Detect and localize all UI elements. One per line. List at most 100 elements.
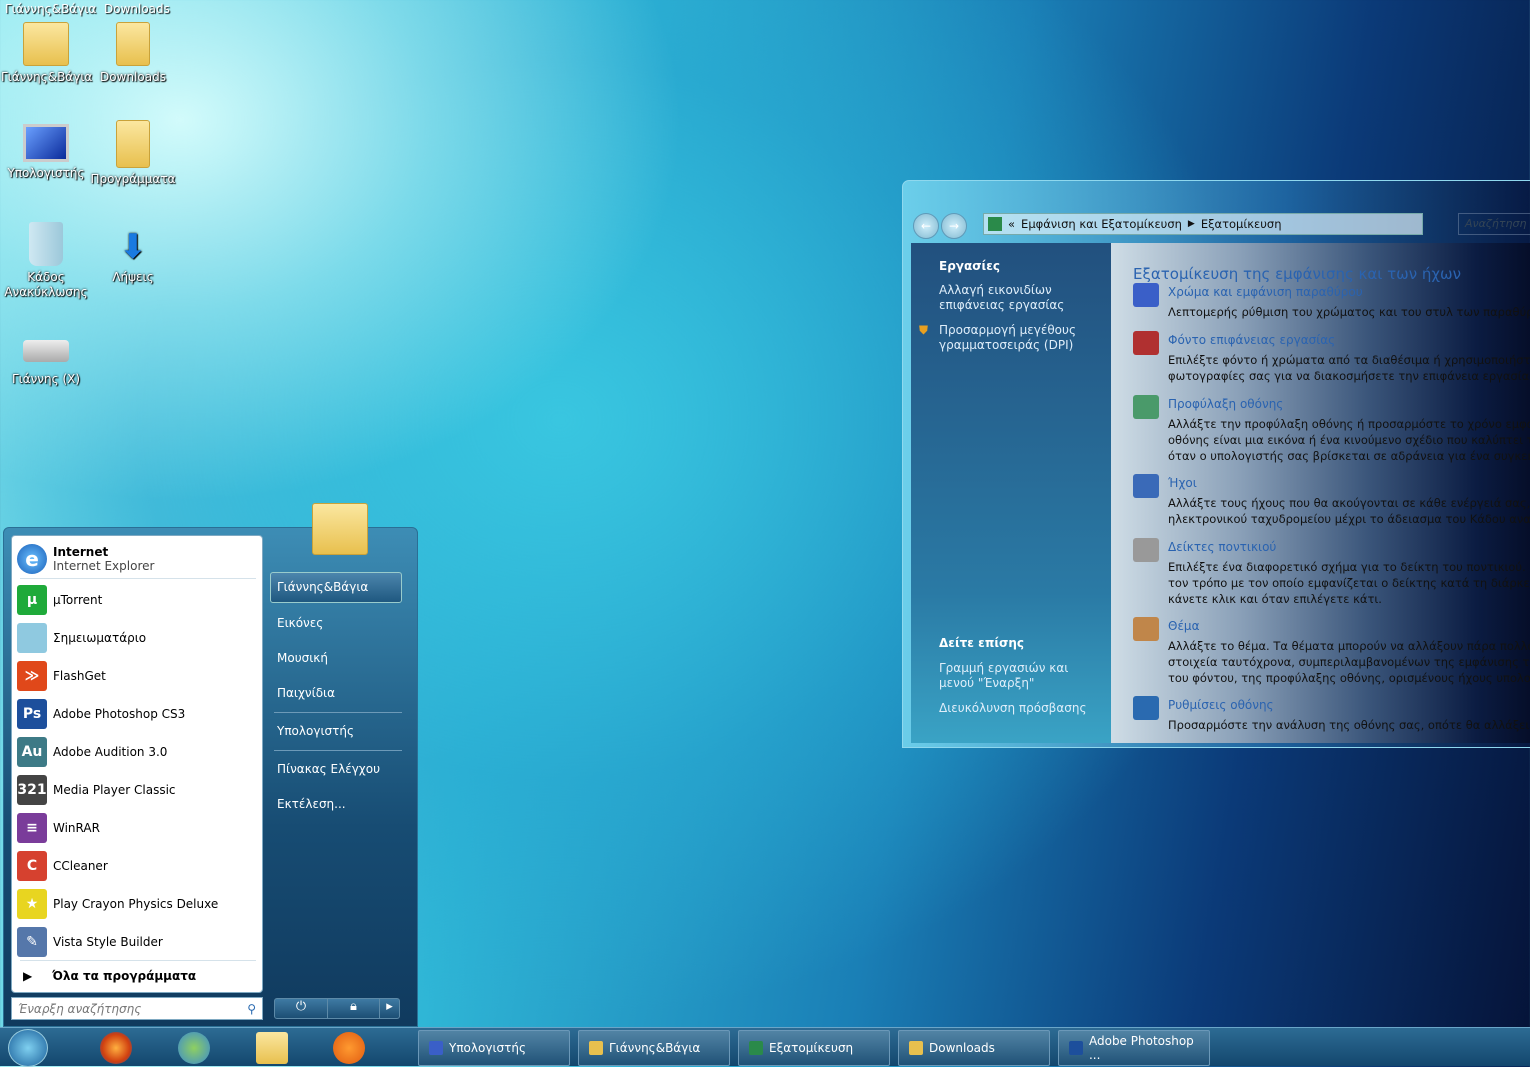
task-link[interactable]: Αλλαγή εικονιδίων επιφάνειας εργασίας [939,283,1107,313]
icon-label: Υπολογιστής [7,166,85,180]
chevron-right-icon: ▶ [1187,219,1195,229]
all-programs-button[interactable]: ▶ Όλα τα προγράμματα [17,963,257,989]
desktop-icon-computer[interactable]: Υπολογιστής [1,124,91,180]
program-label: Play Crayon Physics Deluxe [53,897,219,911]
start-right-item[interactable]: Εκτέλεση... [277,797,346,811]
taskbar-button[interactable]: Γιάννης&Βάγια [578,1030,730,1066]
item-description: Αλλάξτε την προφύλαξη οθόνης ή προσαρμόσ… [1168,417,1530,431]
messenger-icon[interactable] [178,1032,210,1064]
power-button[interactable]: ⏻ [275,999,327,1018]
taskbar-button[interactable]: Υπολογιστής [418,1030,570,1066]
start-right-item[interactable]: Παιχνίδια [277,686,335,700]
program-label: Adobe Audition 3.0 [53,745,168,759]
back-button[interactable]: ← [913,213,939,239]
taskbar: Υπολογιστής Γιάννης&Βάγια Εξατομίκευση Down… [0,1027,1530,1067]
program-item[interactable]: C CCleaner [17,848,257,884]
see-also-heading: Δείτε επίσης [939,636,1025,650]
program-label: µTorrent [53,593,103,607]
pinned-subtitle: Internet Explorer [53,559,155,573]
taskbar-button-label: Adobe Photoshop ... [1088,1034,1194,1062]
start-right-item[interactable]: Εικόνες [277,616,323,630]
taskbar-button-label: Γιάννης&Βάγια [609,1041,701,1055]
desktop-icon-downloads-shortcut[interactable]: ⬇ Λήψεις [88,228,178,284]
item-icon [1133,474,1159,498]
program-item[interactable]: µ µTorrent [17,582,257,618]
internet-explorer-icon: e [17,544,47,574]
item-description: Προσαρμόστε την ανάλυση της οθόνης σας, … [1168,718,1530,732]
program-item[interactable]: ≡ WinRAR [17,810,257,846]
item-link[interactable]: Ήχοι [1168,476,1197,490]
program-icon: µ [17,585,47,615]
item-description: τον τρόπο με τον οποίο εμφανίζεται ο δεί… [1168,576,1530,590]
desktop-icon-programs[interactable]: Προγράμματα [88,120,178,186]
icon-label: Κάδος Ανακύκλωσης [4,270,88,299]
address-bar[interactable]: « Εμφάνιση και Εξατομίκευση ▶ Εξατομίκευ… [983,213,1423,235]
downloads-folder-icon [116,22,150,66]
app-icon [909,1041,923,1055]
item-link[interactable]: Ρυθμίσεις οθόνης [1168,698,1274,712]
item-link[interactable]: Φόντο επιφάνειας εργασίας [1168,333,1335,347]
pinned-title: Internet [53,545,109,559]
tasks-heading: Εργασίες [939,259,1001,273]
taskbar-button-label: Υπολογιστής [449,1041,526,1055]
program-item[interactable]: Au Adobe Audition 3.0 [17,734,257,770]
search-input[interactable]: Αναζήτηση [1458,213,1530,235]
program-item[interactable]: 321 Media Player Classic [17,772,257,808]
item-icon [1133,538,1159,562]
page-title: Εξατομίκευση της εμφάνισης και των ήχων [1133,265,1461,283]
explorer-icon[interactable] [256,1032,288,1064]
desktop-icon-drive[interactable]: Γιάννης (X) [1,340,91,386]
start-search-input[interactable]: Έναρξη αναζήτησης ⚲ [11,997,263,1020]
program-label: FlashGet [53,669,106,683]
program-item[interactable]: ★ Play Crayon Physics Deluxe [17,886,257,922]
icon-label: Λήψεις [112,270,154,284]
task-link[interactable]: Προσαρμογή μεγέθους γραμματοσειράς (DPI) [939,323,1107,353]
item-description: Επιλέξτε φόντο ή χρώματα από τα διαθέσιμ… [1168,353,1530,367]
firefox-icon[interactable] [100,1032,132,1064]
desktop-icon-recycle-bin[interactable]: Κάδος Ανακύκλωσης [1,222,91,300]
see-also-link[interactable]: Γραμμή εργασιών και μενού "Έναρξη" [939,661,1107,691]
start-right-item[interactable]: Πίνακας Ελέγχου [277,762,380,776]
start-right-item[interactable]: Υπολογιστής [277,724,354,738]
start-button[interactable] [8,1029,48,1067]
download-shortcut-icon: ⬇ [118,227,148,267]
item-link[interactable]: Χρώμα και εμφάνιση παραθύρου [1168,285,1363,299]
app-icon [749,1041,763,1055]
shutdown-options-arrow[interactable]: ▸ [379,999,399,1018]
forward-button[interactable]: → [941,213,967,239]
item-description: Αλλάξτε τους ήχους που θα ακούγονται σε … [1168,496,1530,510]
desktop-icon-user-folder[interactable]: Γιάννης&Βάγια [1,22,92,84]
pinned-internet-explorer[interactable]: e Internet Internet Explorer [17,540,257,578]
taskbar-button[interactable]: Εξατομίκευση [738,1030,890,1066]
item-icon [1133,331,1159,355]
tasks-pane: Εργασίες Αλλαγή εικονιδίων επιφάνειας ερ… [911,243,1111,743]
program-icon: ✎ [17,927,47,957]
media-player-icon[interactable] [333,1032,365,1064]
start-right-item[interactable]: Γιάννης&Βάγια [277,580,368,594]
breadcrumb-item[interactable]: Εμφάνιση και Εξατομίκευση [1021,217,1182,231]
program-icon: Ps [17,699,47,729]
program-item[interactable]: Σημειωματάριο [17,620,257,656]
item-icon [1133,283,1159,307]
program-label: Adobe Photoshop CS3 [53,707,186,721]
see-also-link[interactable]: Διευκόλυνση πρόσβασης [939,701,1087,715]
start-right-item[interactable]: Μουσική [277,651,328,665]
taskbar-button-label: Εξατομίκευση [769,1041,854,1055]
desktop-icon-downloads[interactable]: Downloads [88,22,178,84]
divider [274,712,402,713]
lock-button[interactable]: 🔒︎ [327,999,379,1018]
breadcrumb-overflow[interactable]: « [1008,217,1015,231]
item-link[interactable]: Προφύλαξη οθόνης [1168,397,1283,411]
program-item[interactable]: ≫ FlashGet [17,658,257,694]
program-icon [17,623,47,653]
program-label: Σημειωματάριο [53,631,147,645]
item-link[interactable]: Δείκτες ποντικιού [1168,540,1276,554]
program-icon: Au [17,737,47,767]
breadcrumb-item[interactable]: Εξατομίκευση [1201,217,1282,231]
program-label: CCleaner [53,859,108,873]
taskbar-button[interactable]: Adobe Photoshop ... [1058,1030,1210,1066]
program-item[interactable]: ✎ Vista Style Builder [17,924,257,960]
item-link[interactable]: Θέμα [1168,619,1199,633]
taskbar-button[interactable]: Downloads [898,1030,1050,1066]
program-item[interactable]: Ps Adobe Photoshop CS3 [17,696,257,732]
